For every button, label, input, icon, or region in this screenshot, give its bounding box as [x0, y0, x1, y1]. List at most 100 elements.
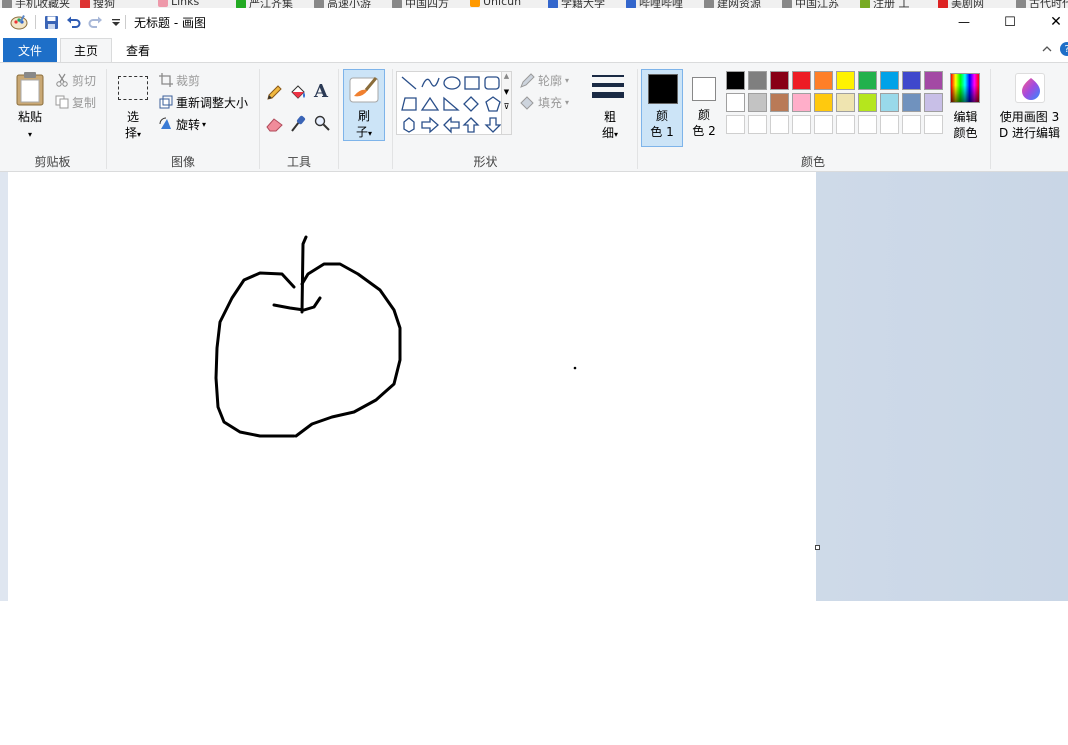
color2-button[interactable]: 颜 色 2	[685, 69, 723, 147]
save-icon[interactable]	[44, 15, 59, 30]
palette-custom-slot[interactable]	[748, 115, 767, 134]
bookmark-item[interactable]: 中国江苏	[782, 0, 839, 8]
bookmark-item[interactable]: Links	[158, 0, 199, 8]
colors-group-label: 颜色	[800, 155, 825, 169]
bookmark-item[interactable]: 学籍大学	[548, 0, 605, 8]
edit-colors-icon[interactable]	[950, 73, 980, 103]
paste-button[interactable]: 粘贴 ▾	[10, 109, 50, 143]
tab-view[interactable]: 查看	[114, 38, 162, 62]
magnifier-icon[interactable]	[314, 115, 330, 131]
palette-custom-slot[interactable]	[880, 115, 899, 134]
palette-color[interactable]	[726, 71, 745, 90]
undo-icon[interactable]	[66, 15, 81, 30]
outline-icon[interactable]	[519, 73, 535, 89]
palette-color[interactable]	[880, 71, 899, 90]
bookmark-item[interactable]: 美剧网	[938, 0, 984, 8]
brushes-button[interactable]: 刷 子▾	[343, 69, 385, 141]
cut-button[interactable]: 剪切	[72, 72, 96, 89]
palette-color[interactable]	[836, 93, 855, 112]
palette-color[interactable]	[770, 71, 789, 90]
tab-file[interactable]: 文件	[3, 38, 57, 62]
palette-color[interactable]	[836, 71, 855, 90]
palette-color[interactable]	[858, 71, 877, 90]
edit-colors-button[interactable]: 编辑 颜色	[943, 109, 988, 141]
close-button[interactable]: ✕	[1033, 8, 1068, 36]
select-button[interactable]: 选 择▾	[115, 109, 151, 143]
palette-color[interactable]	[748, 93, 767, 112]
paint3d-icon[interactable]	[1015, 73, 1045, 103]
palette-custom-slot[interactable]	[792, 115, 811, 134]
bookmark-item[interactable]: 哔哩哔哩	[626, 0, 683, 8]
select-icon[interactable]	[118, 76, 148, 100]
scroll-down-icon[interactable]: ▼	[502, 88, 511, 96]
palette-custom-slot[interactable]	[726, 115, 745, 134]
resize-button[interactable]: 重新调整大小	[176, 94, 248, 111]
copy-icon[interactable]	[55, 95, 69, 109]
color1-button[interactable]: 颜 色 1	[641, 69, 683, 147]
cut-icon[interactable]	[55, 73, 69, 87]
palette-color[interactable]	[902, 71, 921, 90]
bookmark-item[interactable]: 高速小游	[314, 0, 371, 8]
palette-custom-slot[interactable]	[814, 115, 833, 134]
bookmark-item[interactable]: 注册 工	[860, 0, 910, 8]
size-button[interactable]: 粗 细▾	[590, 109, 630, 143]
palette-color[interactable]	[924, 71, 943, 90]
fill-bucket-icon[interactable]	[289, 84, 307, 102]
maximize-button[interactable]: ☐	[987, 8, 1033, 36]
palette-color[interactable]	[880, 93, 899, 112]
color-picker-icon[interactable]	[290, 115, 306, 133]
text-tool-icon[interactable]: A	[314, 81, 332, 102]
canvas-resize-handle[interactable]	[815, 545, 820, 550]
rotate-icon[interactable]	[159, 117, 173, 131]
bookmark-item[interactable]: 古代时代	[1016, 0, 1068, 8]
palette-color[interactable]	[726, 93, 745, 112]
palette-custom-slot[interactable]	[770, 115, 789, 134]
line-thickness-icon[interactable]	[592, 73, 624, 101]
fill-button[interactable]: 填充 ▾	[538, 94, 569, 111]
palette-color[interactable]	[814, 71, 833, 90]
paste-icon[interactable]	[15, 71, 45, 107]
fill-icon[interactable]	[519, 95, 535, 111]
canvas-workspace[interactable]: Baidu 经验 jingyan.baidu.com	[0, 172, 1068, 745]
help-icon[interactable]: ?	[1060, 42, 1068, 56]
bookmark-item[interactable]: 中国四方	[392, 0, 449, 8]
palette-color[interactable]	[814, 93, 833, 112]
palette-color[interactable]	[748, 71, 767, 90]
rotate-button[interactable]: 旋转 ▾	[176, 116, 206, 133]
resize-icon[interactable]	[159, 95, 173, 109]
bookmark-item[interactable]: 手机收藏夹	[2, 0, 70, 8]
shapes-scrollbar[interactable]: ▲ ▼ ⊽	[501, 71, 512, 135]
palette-color[interactable]	[902, 93, 921, 112]
bookmark-item[interactable]: 严江齐集	[236, 0, 293, 8]
bookmark-icon	[704, 0, 714, 8]
crop-button[interactable]: 裁剪	[176, 72, 200, 89]
palette-custom-slot[interactable]	[902, 115, 921, 134]
scroll-up-icon[interactable]: ▲	[502, 72, 511, 80]
palette-custom-slot[interactable]	[836, 115, 855, 134]
bookmark-item[interactable]: 搜狗	[80, 0, 115, 8]
bookmark-item[interactable]: Unicun	[470, 0, 521, 8]
palette-custom-slot[interactable]	[924, 115, 943, 134]
crop-icon[interactable]	[159, 73, 173, 87]
palette-color[interactable]	[858, 93, 877, 112]
pencil-icon[interactable]	[266, 85, 282, 101]
eraser-icon[interactable]	[266, 116, 284, 132]
palette-color[interactable]	[770, 93, 789, 112]
paint3d-button[interactable]: 使用画图 3 D 进行编辑	[991, 109, 1068, 141]
gallery-expand-icon[interactable]: ⊽	[502, 102, 511, 111]
customize-toolbar-icon[interactable]	[109, 15, 124, 30]
palette-color[interactable]	[792, 71, 811, 90]
shapes-gallery-icons[interactable]	[399, 74, 509, 134]
copy-button[interactable]: 复制	[72, 94, 96, 111]
tab-home[interactable]: 主页	[60, 38, 112, 62]
collapse-ribbon-icon[interactable]	[1040, 42, 1054, 56]
palette-color[interactable]	[924, 93, 943, 112]
drawing-canvas[interactable]	[8, 172, 816, 601]
apple-drawing	[214, 235, 577, 438]
palette-color[interactable]	[792, 93, 811, 112]
redo-icon[interactable]	[88, 15, 103, 30]
bookmark-item[interactable]: 建网资源	[704, 0, 761, 8]
outline-button[interactable]: 轮廓 ▾	[538, 72, 569, 89]
palette-custom-slot[interactable]	[858, 115, 877, 134]
minimize-button[interactable]: —	[941, 8, 987, 36]
